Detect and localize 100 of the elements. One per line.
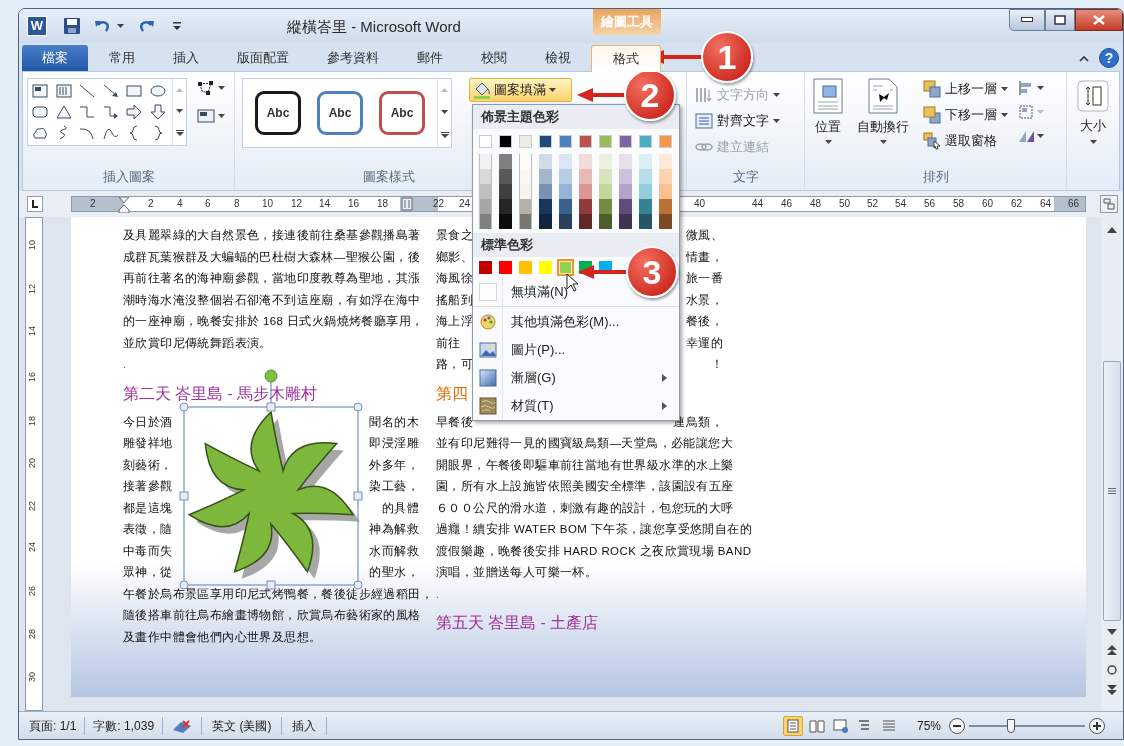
arrow-line-icon[interactable] <box>102 83 119 99</box>
ribbon-tab[interactable]: 參考資料 <box>309 45 397 71</box>
text-box-icon[interactable] <box>32 83 48 99</box>
indent-marker-icon[interactable] <box>118 197 130 213</box>
ribbon-tab[interactable]: 郵件 <box>399 45 461 71</box>
zoom-slider-thumb[interactable] <box>1006 718 1015 733</box>
color-swatch[interactable] <box>579 184 592 199</box>
color-swatch[interactable] <box>539 214 552 229</box>
color-swatch[interactable] <box>479 199 492 214</box>
color-swatch[interactable] <box>499 169 512 184</box>
color-swatch[interactable] <box>539 199 552 214</box>
maximize-button[interactable] <box>1045 9 1075 31</box>
browse-object-icon[interactable] <box>1107 665 1117 675</box>
color-swatch[interactable] <box>539 184 552 199</box>
color-swatch[interactable] <box>639 169 652 184</box>
color-swatch[interactable] <box>479 214 492 229</box>
color-swatch[interactable] <box>639 199 652 214</box>
color-swatch[interactable] <box>579 199 592 214</box>
color-swatch[interactable] <box>519 199 532 214</box>
menu-item[interactable]: 漸層(G) <box>473 364 679 392</box>
color-swatch[interactable] <box>619 184 632 199</box>
shapes-gallery[interactable] <box>27 78 187 146</box>
color-swatch[interactable] <box>599 154 612 169</box>
save-icon[interactable] <box>63 17 81 35</box>
next-page-icon[interactable] <box>1107 685 1117 695</box>
color-swatch[interactable] <box>559 169 572 184</box>
color-swatch[interactable] <box>499 261 512 274</box>
color-swatch[interactable] <box>659 154 672 169</box>
color-swatch[interactable] <box>519 214 532 229</box>
zoom-slider-track[interactable] <box>969 718 1085 733</box>
rounded-rectangle-icon[interactable] <box>32 104 48 120</box>
color-swatch[interactable] <box>639 214 652 229</box>
cloud-shape-icon[interactable] <box>32 125 48 141</box>
word-count[interactable]: 字數: 1,039 <box>93 716 155 735</box>
arc-icon[interactable] <box>79 125 95 141</box>
color-swatch[interactable] <box>659 184 672 199</box>
color-swatch[interactable] <box>639 154 652 169</box>
color-swatch[interactable] <box>619 154 632 169</box>
line-icon[interactable] <box>79 83 95 99</box>
menu-item[interactable]: 其他填滿色彩(M)... <box>473 308 679 336</box>
color-swatch[interactable] <box>479 261 492 274</box>
shape-style-swatch[interactable]: Abc <box>379 91 425 135</box>
color-swatch[interactable] <box>499 135 512 148</box>
color-swatch[interactable] <box>619 135 632 148</box>
elbow-arrow-icon[interactable] <box>102 104 119 120</box>
block-arrow-right-icon[interactable] <box>126 104 142 120</box>
ribbon-command[interactable]: 上移一層 <box>923 78 1008 99</box>
color-swatch[interactable] <box>559 135 572 148</box>
color-swatch[interactable] <box>499 214 512 229</box>
menu-item[interactable]: 材質(T) <box>473 392 679 420</box>
edit-shape-icon[interactable] <box>197 80 225 96</box>
group-objects-icon[interactable] <box>1018 104 1044 120</box>
scroll-up-icon[interactable] <box>1107 227 1117 233</box>
color-swatch[interactable] <box>639 135 652 148</box>
color-swatch[interactable] <box>559 184 572 199</box>
customize-icon[interactable] <box>172 20 182 32</box>
vertical-text-box-icon[interactable] <box>55 83 72 99</box>
color-swatch[interactable] <box>539 135 552 148</box>
shape-style-swatch[interactable]: Abc <box>317 91 363 135</box>
ribbon-tab[interactable]: 插入 <box>155 45 217 71</box>
color-swatch[interactable] <box>579 169 592 184</box>
star-shape[interactable] <box>188 411 360 579</box>
color-swatch[interactable] <box>659 135 672 148</box>
text-box-draw-icon[interactable] <box>197 108 225 124</box>
align-icon[interactable] <box>1018 80 1044 96</box>
help-button[interactable]: ? <box>1099 48 1119 68</box>
color-swatch[interactable] <box>659 214 672 229</box>
color-swatch[interactable] <box>519 135 532 148</box>
color-swatch[interactable] <box>619 199 632 214</box>
page-count[interactable]: 頁面: 1/1 <box>29 716 77 735</box>
color-swatch[interactable] <box>579 135 592 148</box>
more-icon[interactable] <box>175 130 184 137</box>
menu-item[interactable]: 圖片(P)... <box>473 336 679 364</box>
color-swatch[interactable] <box>539 169 552 184</box>
color-swatch[interactable] <box>479 184 492 199</box>
color-swatch[interactable] <box>599 199 612 214</box>
color-swatch[interactable] <box>479 135 492 148</box>
language-status[interactable]: 英文 (美國) <box>212 716 272 735</box>
column-marker-icon[interactable] <box>400 197 414 211</box>
scroll-down-icon[interactable] <box>176 109 183 113</box>
ribbon-command[interactable]: 下移一層 <box>923 104 1008 125</box>
color-swatch[interactable] <box>499 154 512 169</box>
collapse-ribbon-icon[interactable] <box>1079 54 1089 62</box>
color-swatch[interactable] <box>539 261 552 274</box>
color-swatch[interactable] <box>539 154 552 169</box>
close-button[interactable] <box>1075 9 1123 31</box>
shape-fill-button[interactable]: 圖案填滿 <box>469 78 572 102</box>
ribbon-large-button[interactable]: 自動換行 <box>857 78 909 144</box>
scroll-down-icon[interactable] <box>441 110 448 114</box>
color-swatch[interactable] <box>559 199 572 214</box>
color-swatch[interactable] <box>619 169 632 184</box>
ribbon-tab[interactable]: 校閱 <box>463 45 525 71</box>
zoom-level[interactable]: 75% <box>916 716 941 735</box>
ribbon-tab[interactable]: 檢視 <box>527 45 589 71</box>
zoom-in-button[interactable] <box>1089 717 1105 734</box>
shape-style-swatch[interactable]: Abc <box>255 91 301 135</box>
triangle-icon[interactable] <box>55 104 72 120</box>
scroll-down-icon[interactable] <box>1107 629 1117 635</box>
color-swatch[interactable] <box>499 184 512 199</box>
zoom-out-button[interactable] <box>949 717 965 734</box>
